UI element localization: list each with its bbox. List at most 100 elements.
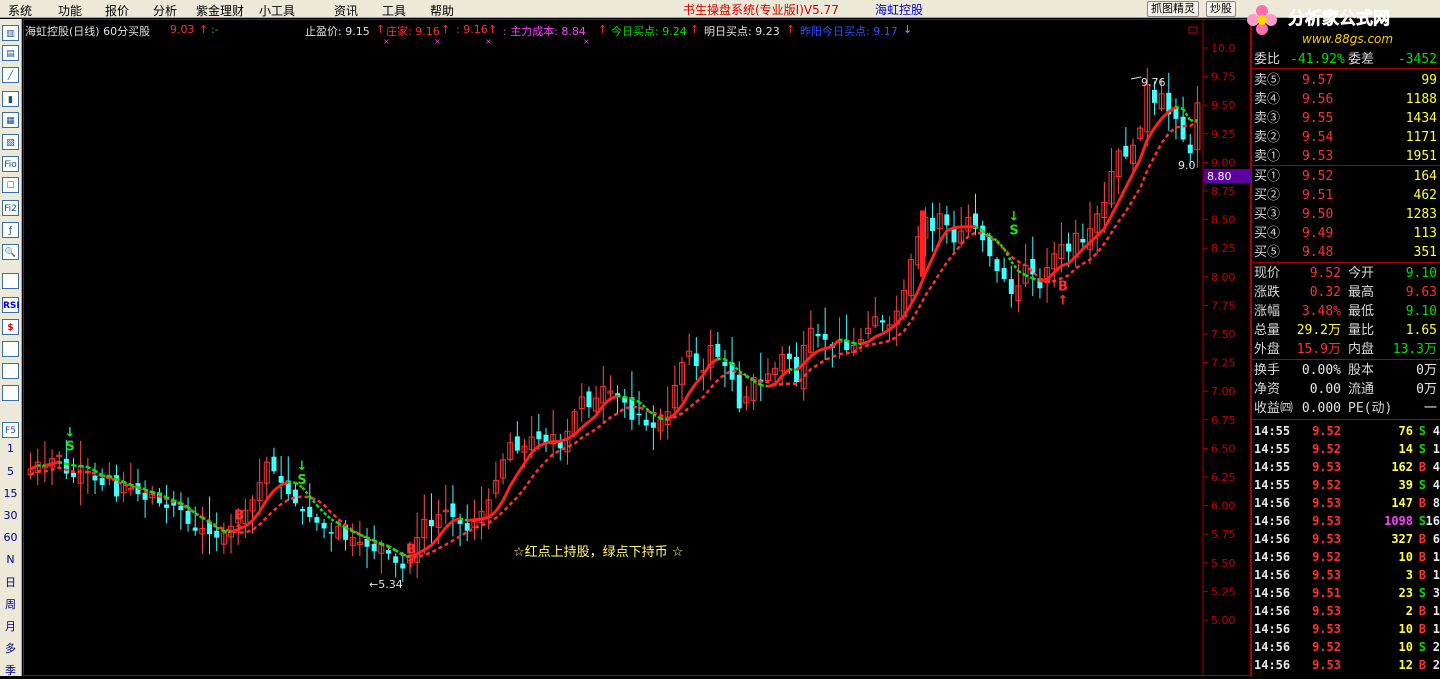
tick-price: 9.52: [1312, 476, 1341, 494]
buy-level-row: 买⑤9.48351: [1252, 243, 1440, 262]
period-5[interactable]: 5: [2, 464, 19, 480]
period-week[interactable]: 周: [2, 597, 19, 613]
f5-icon[interactable]: F5: [2, 422, 19, 438]
period-30[interactable]: 30: [2, 508, 19, 524]
tick-side: S: [1419, 422, 1426, 440]
stat-value: 9.63: [1406, 283, 1437, 302]
today-buy-label: 今日买点: 9.24: [611, 23, 687, 39]
menu-analysis[interactable]: 分析: [153, 2, 177, 19]
banker-line-green: [88, 467, 95, 471]
candle-down: [994, 259, 999, 271]
banker-line-red: [1133, 159, 1140, 173]
banker-line-red: [1154, 119, 1161, 129]
buy-level-price: 9.48: [1302, 243, 1333, 262]
banker-line-red: [940, 231, 947, 242]
sell-level-price: 9.56: [1302, 90, 1333, 109]
tick-volume: 1098: [1384, 512, 1413, 530]
sell-level-volume: 99: [1421, 71, 1437, 90]
doc-icon[interactable]: ☐: [2, 177, 19, 193]
f10-icon[interactable]: Fio: [2, 156, 19, 172]
buy-level-row: 买③9.501283: [1252, 205, 1440, 224]
tick-price: 9.52: [1312, 422, 1341, 440]
y-tick-label: 5.75: [1211, 528, 1236, 541]
separator: [1252, 419, 1440, 420]
period-day[interactable]: 日: [2, 575, 19, 591]
low-price-label: ←5.34: [369, 578, 403, 591]
menu-help[interactable]: 帮助: [430, 2, 454, 19]
stat-label: 今开: [1348, 264, 1374, 283]
calc-icon[interactable]: ▧: [2, 134, 19, 150]
stat-value: 3.48%: [1302, 302, 1341, 321]
candle-icon[interactable]: ▥: [2, 25, 19, 41]
candle-down: [300, 509, 305, 511]
banker-line-red: [52, 462, 59, 464]
order-diff-value: -3452: [1398, 50, 1437, 69]
rsi-icon[interactable]: RSI: [2, 297, 19, 313]
menu-tools[interactable]: 工具: [382, 2, 406, 19]
banker-line-green: [152, 492, 159, 493]
period-1[interactable]: 1: [2, 441, 19, 457]
candle-down: [279, 476, 284, 483]
menu-quote[interactable]: 报价: [105, 2, 129, 19]
f12-icon[interactable]: Fi2: [2, 200, 19, 216]
banker-line-green: [718, 359, 725, 360]
tick-side: B: [1419, 458, 1426, 476]
table-icon[interactable]: ▦: [2, 112, 19, 128]
buy-level-volume: 113: [1414, 224, 1437, 243]
tick-volume: 147: [1391, 494, 1413, 512]
candle-down: [100, 478, 105, 485]
menu-finance[interactable]: 紫金理财: [196, 2, 244, 19]
screenshot-button[interactable]: 抓图精灵: [1147, 1, 1199, 17]
kline-chart[interactable]: 10.09.759.509.259.008.758.508.258.007.75…: [23, 19, 1251, 676]
period-quarter[interactable]: 季: [2, 663, 19, 679]
candle-down: [644, 420, 649, 426]
stat-label: 内盘: [1348, 340, 1374, 359]
candle-down: [271, 457, 276, 472]
export-icon[interactable]: [2, 363, 19, 379]
tick-time: 14:56: [1254, 566, 1290, 584]
candle-down: [293, 490, 298, 504]
zoom-icon[interactable]: 🔍: [2, 244, 19, 260]
trade-button[interactable]: 炒股: [1206, 1, 1236, 17]
tick-side: B: [1419, 530, 1426, 548]
buy-level-row: 买④9.49113: [1252, 224, 1440, 243]
menu-system[interactable]: 系统: [8, 2, 32, 19]
period-n[interactable]: N: [2, 552, 19, 568]
pen-icon[interactable]: [2, 385, 19, 401]
stat2-row: 收益㈣0.000PE(动)一: [1252, 399, 1440, 418]
move-icon[interactable]: [2, 341, 19, 357]
banker-line-red: [1040, 279, 1047, 281]
candle-down: [143, 493, 148, 500]
menu-function[interactable]: 功能: [58, 2, 82, 19]
banker-line-red: [596, 405, 603, 415]
line-icon[interactable]: ╱: [2, 67, 19, 83]
period-multi[interactable]: 多: [2, 641, 19, 657]
sell-level-row: 卖⑤9.5799: [1252, 71, 1440, 90]
buy-arrow-icon: ↑: [234, 522, 245, 537]
banker-value: : 9.16: [456, 23, 488, 36]
menu-tools-small[interactable]: 小工具: [259, 2, 295, 19]
period-15[interactable]: 15: [2, 486, 19, 502]
stat2-row: 净资0.00流通0万: [1252, 380, 1440, 399]
stat-value: 0万: [1416, 380, 1437, 399]
separator: [1252, 68, 1440, 69]
stop-profit-label: 止盈价: 9.15: [305, 23, 370, 39]
tick-count: 2: [1433, 656, 1440, 674]
tick-price: 9.53: [1312, 512, 1341, 530]
sell-signal-label: S: [297, 473, 306, 488]
fx-icon[interactable]: ƒ: [2, 222, 19, 238]
wave-icon[interactable]: [2, 273, 19, 289]
banker-line-red: [496, 501, 503, 512]
bar-icon[interactable]: ▤: [2, 45, 19, 61]
dollar-icon[interactable]: $: [2, 319, 19, 335]
sell-level-price: 9.57: [1302, 71, 1333, 90]
tick-count: 4: [1433, 476, 1440, 494]
banker-line-red: [489, 511, 496, 517]
stat-label: 量比: [1348, 321, 1374, 340]
menu-news[interactable]: 资讯: [334, 2, 358, 19]
period-60[interactable]: 60: [2, 530, 19, 546]
banker-line-red: [31, 466, 38, 469]
tick-price: 9.53: [1312, 602, 1341, 620]
kline-icon[interactable]: ▮: [2, 91, 19, 107]
period-month[interactable]: 月: [2, 619, 19, 635]
